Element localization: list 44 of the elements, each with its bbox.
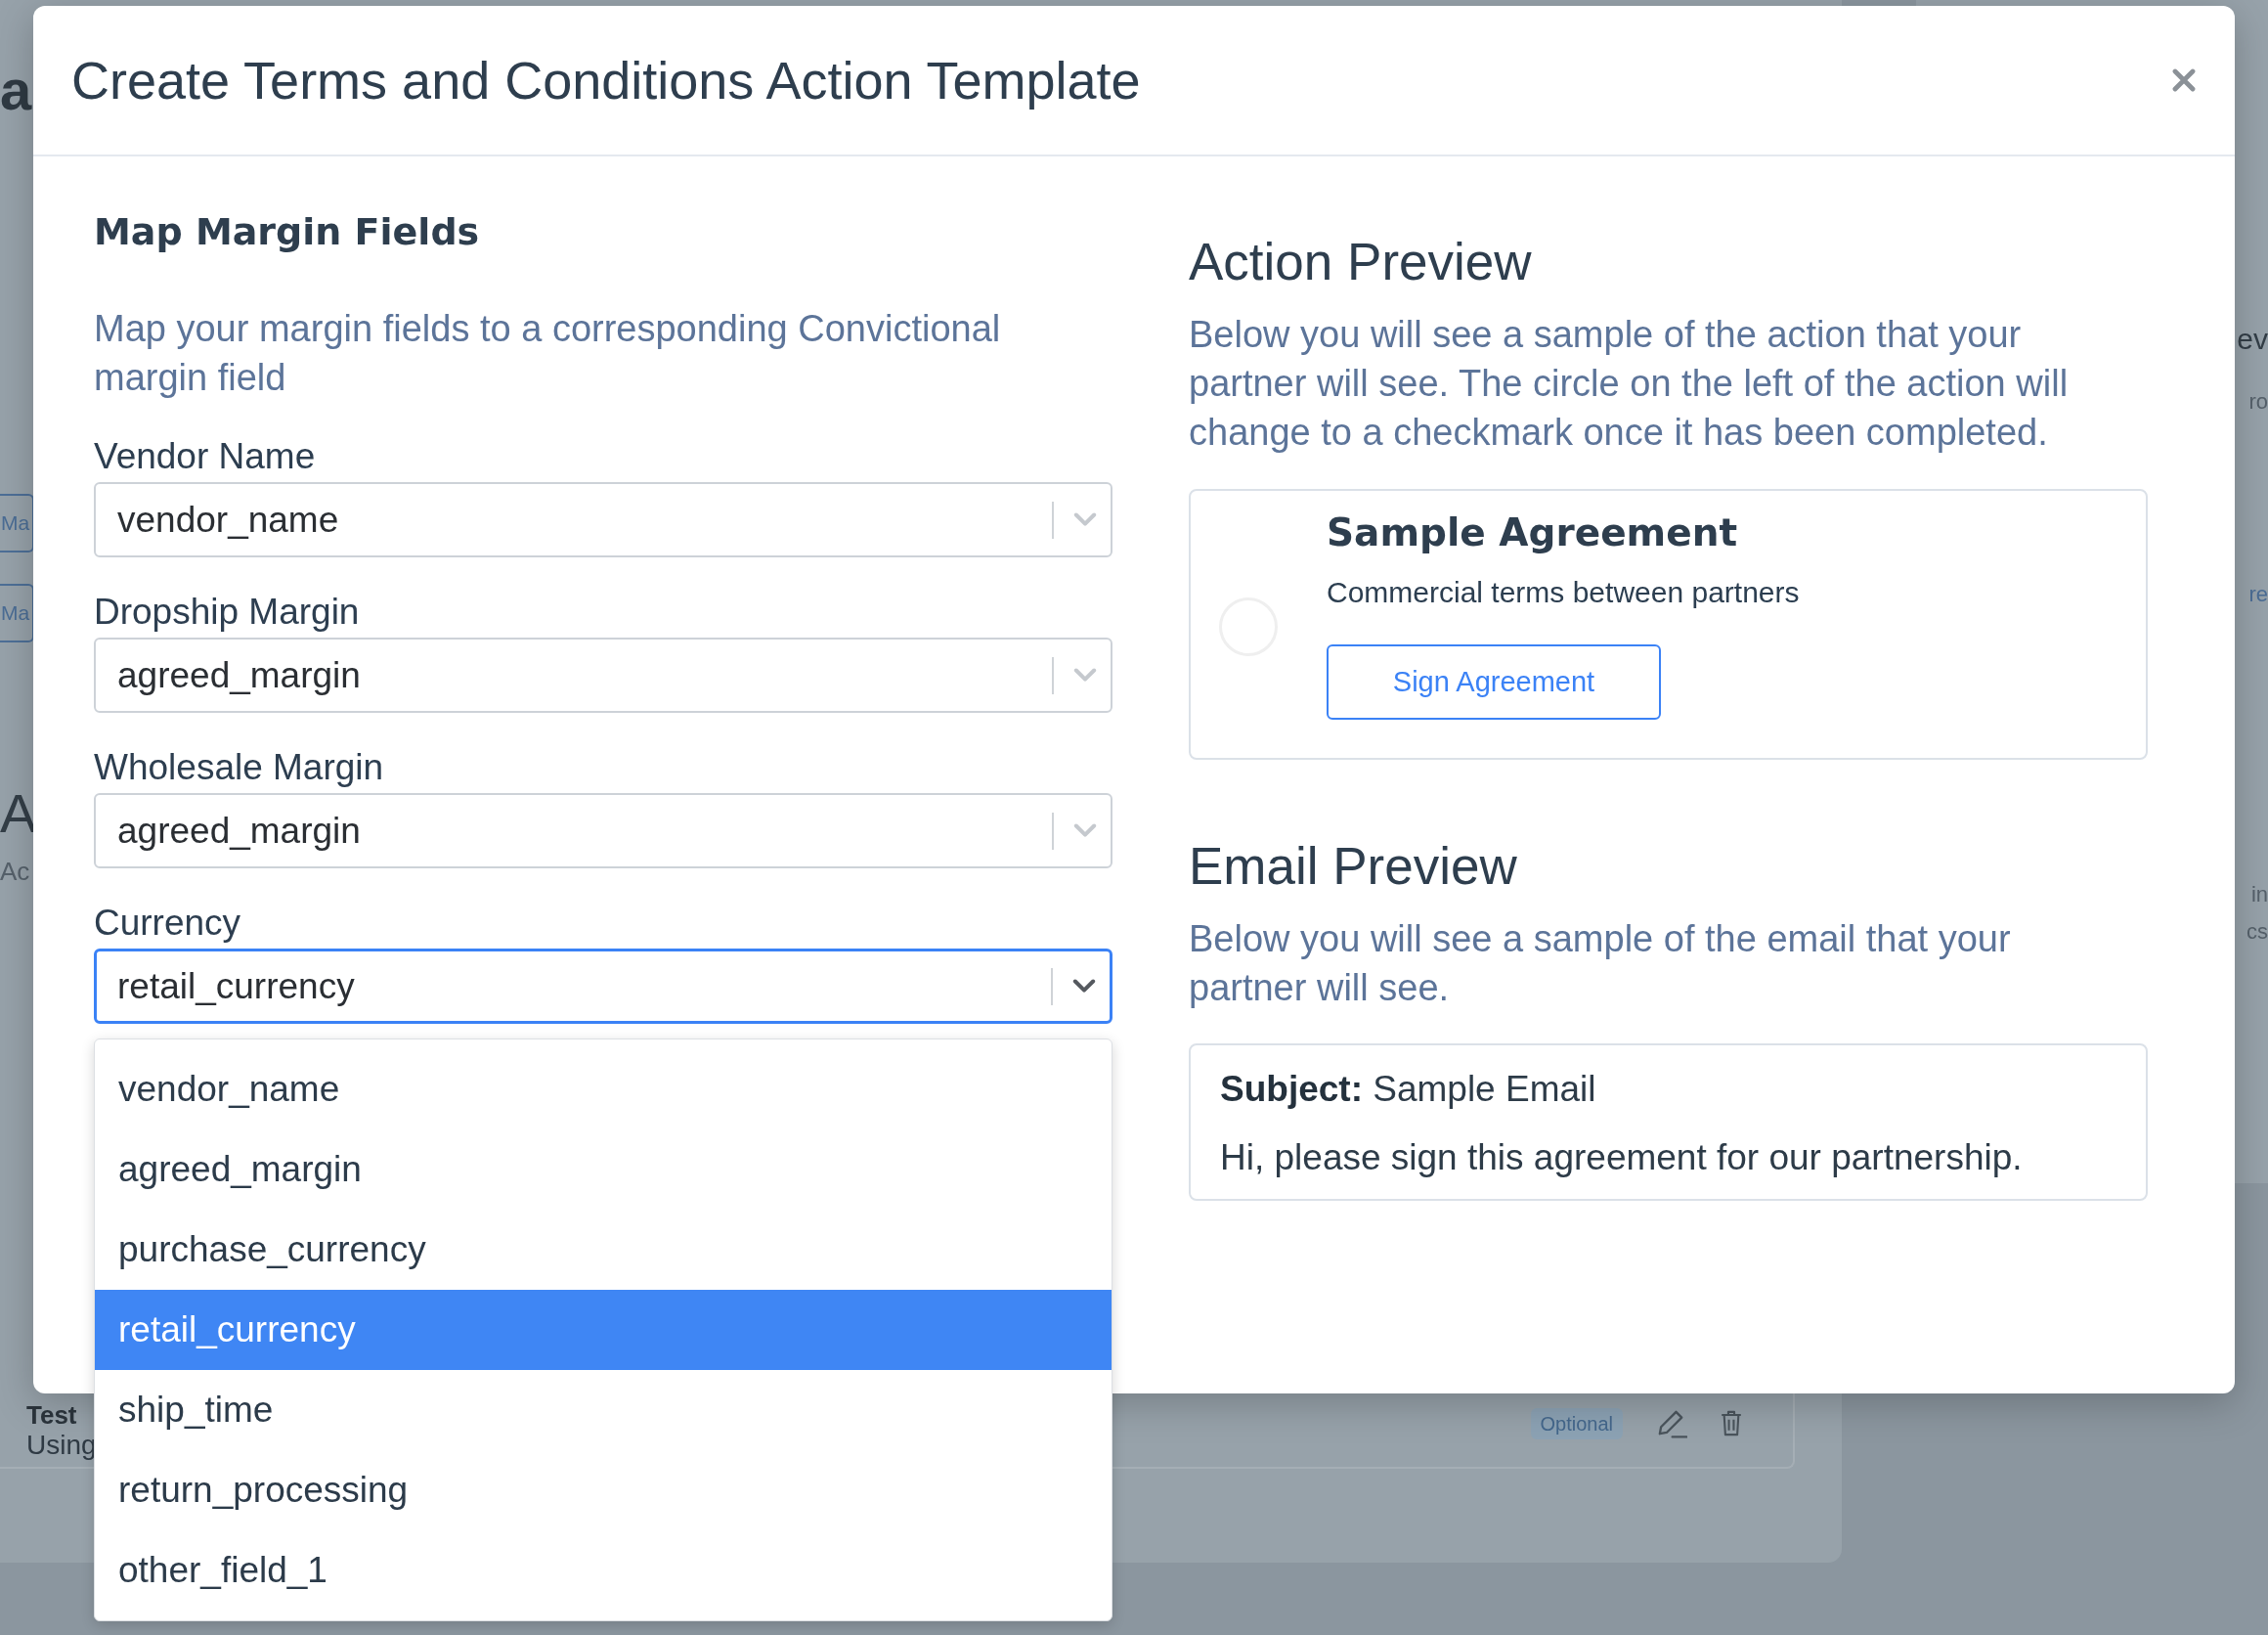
select-field[interactable]: agreed_margin bbox=[94, 793, 1112, 868]
dropdown-option[interactable]: agreed_margin bbox=[95, 1129, 1112, 1210]
caption-text: cs bbox=[2246, 918, 2268, 946]
caption-text: in bbox=[2250, 881, 2268, 908]
sign-agreement-button[interactable]: Sign Agreement bbox=[1327, 644, 1661, 720]
caption-text: Ac bbox=[0, 856, 30, 887]
dropdown-option[interactable]: return_processing bbox=[95, 1450, 1112, 1530]
pencil-icon[interactable] bbox=[1656, 1408, 1687, 1438]
row-subtitle: Using bbox=[26, 1429, 97, 1461]
section-heading: ev bbox=[2237, 322, 2268, 357]
select-field[interactable]: agreed_margin bbox=[94, 638, 1112, 713]
section-heading: Map Margin Fields bbox=[94, 209, 481, 255]
section-description: Below you will see a sample of the email that your partner will see. bbox=[1189, 917, 2012, 1010]
dropdown-option[interactable]: purchase_currency bbox=[95, 1210, 1112, 1290]
card-subtitle: Commercial terms between partners bbox=[1327, 575, 1800, 610]
card-title: Sample Agreement bbox=[1327, 509, 1738, 556]
select-field[interactable]: vendor_name bbox=[94, 482, 1112, 557]
modal-title: Create Terms and Conditions Action Template bbox=[71, 50, 1141, 111]
close-icon[interactable] bbox=[2172, 68, 2196, 92]
field-label: Dropship Margin bbox=[94, 591, 360, 634]
email-subject: Subject: Sample Email bbox=[1220, 1068, 1596, 1111]
section-heading: Action Preview bbox=[1189, 233, 1533, 291]
dropdown-option[interactable]: ship_time bbox=[95, 1370, 1112, 1450]
select-field[interactable]: retail_currency bbox=[94, 949, 1112, 1024]
dropdown-option[interactable]: vendor_name bbox=[95, 1049, 1112, 1129]
chevron-down-icon bbox=[1073, 668, 1097, 683]
field-label: Vendor Name bbox=[94, 435, 316, 478]
section-heading: A bbox=[0, 782, 37, 845]
trash-icon[interactable] bbox=[1721, 1410, 1742, 1436]
chevron-down-icon bbox=[1073, 823, 1097, 838]
section-description: Map your margin fields to a corresponding Convictional margin field bbox=[94, 307, 1002, 400]
section-heading: Email Preview bbox=[1189, 837, 1518, 896]
page-title: a bbox=[0, 57, 32, 123]
chevron-down-icon bbox=[1072, 979, 1096, 994]
field-label: Wholesale Margin bbox=[94, 746, 384, 789]
row-title: Test bbox=[26, 1399, 78, 1430]
email-body: Hi, please sign this agreement for our partnership. bbox=[1220, 1136, 2023, 1179]
status-badge: Optional bbox=[1530, 1407, 1623, 1439]
dropdown-option[interactable]: other_field_1 bbox=[95, 1530, 1112, 1611]
section-description: Below you will see a sample of the action that your partner will see. The circle on the left of the action will change to a checkmark once it has been completed. bbox=[1189, 313, 2070, 455]
field-label: Currency bbox=[94, 902, 241, 945]
dropdown-option[interactable]: retail_currency bbox=[95, 1290, 1112, 1370]
chevron-down-icon bbox=[1073, 512, 1097, 527]
caption-text: ro bbox=[2248, 388, 2268, 416]
